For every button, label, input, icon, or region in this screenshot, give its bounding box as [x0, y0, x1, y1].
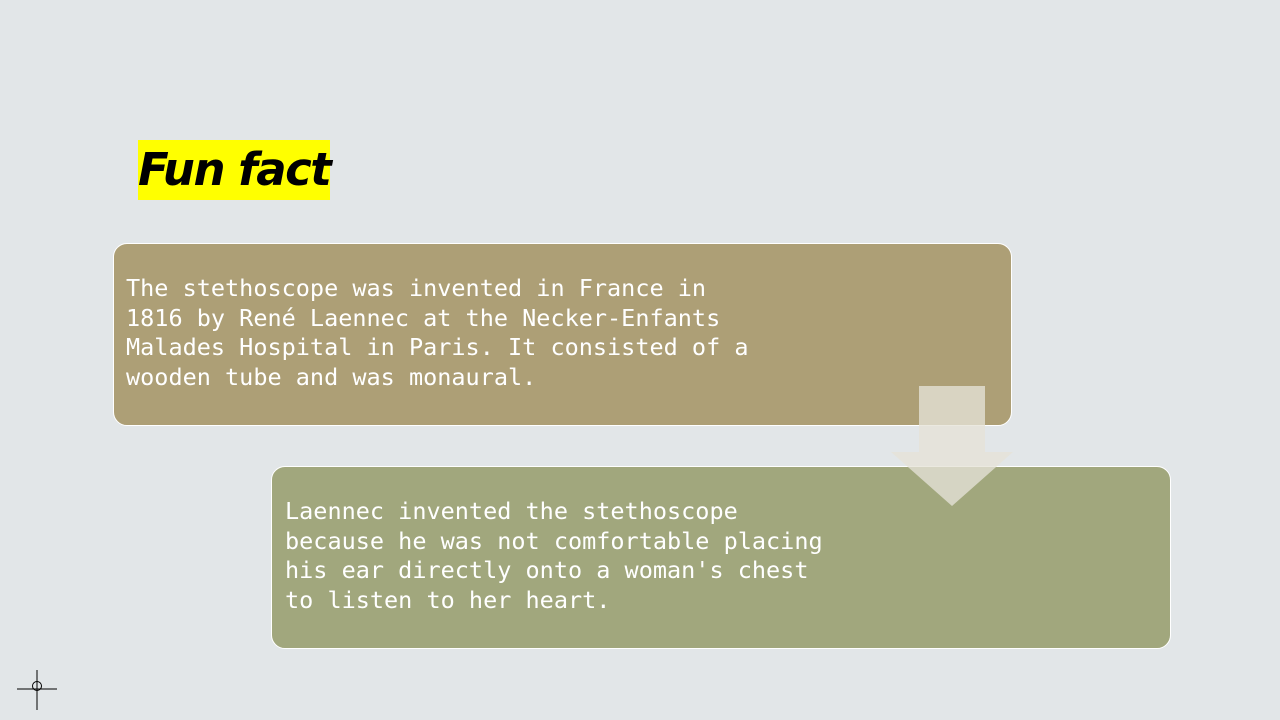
fact-box-2[interactable]: Laennec invented the stethoscope because…: [271, 466, 1171, 649]
fact-box-1[interactable]: The stethoscope was invented in France i…: [113, 243, 1012, 426]
down-arrow-icon: [891, 386, 1013, 506]
crosshair-cursor-icon: [17, 670, 57, 710]
slide-title[interactable]: Fun fact: [138, 140, 332, 200]
slide: Fun fact The stethoscope was invented in…: [0, 0, 1280, 720]
